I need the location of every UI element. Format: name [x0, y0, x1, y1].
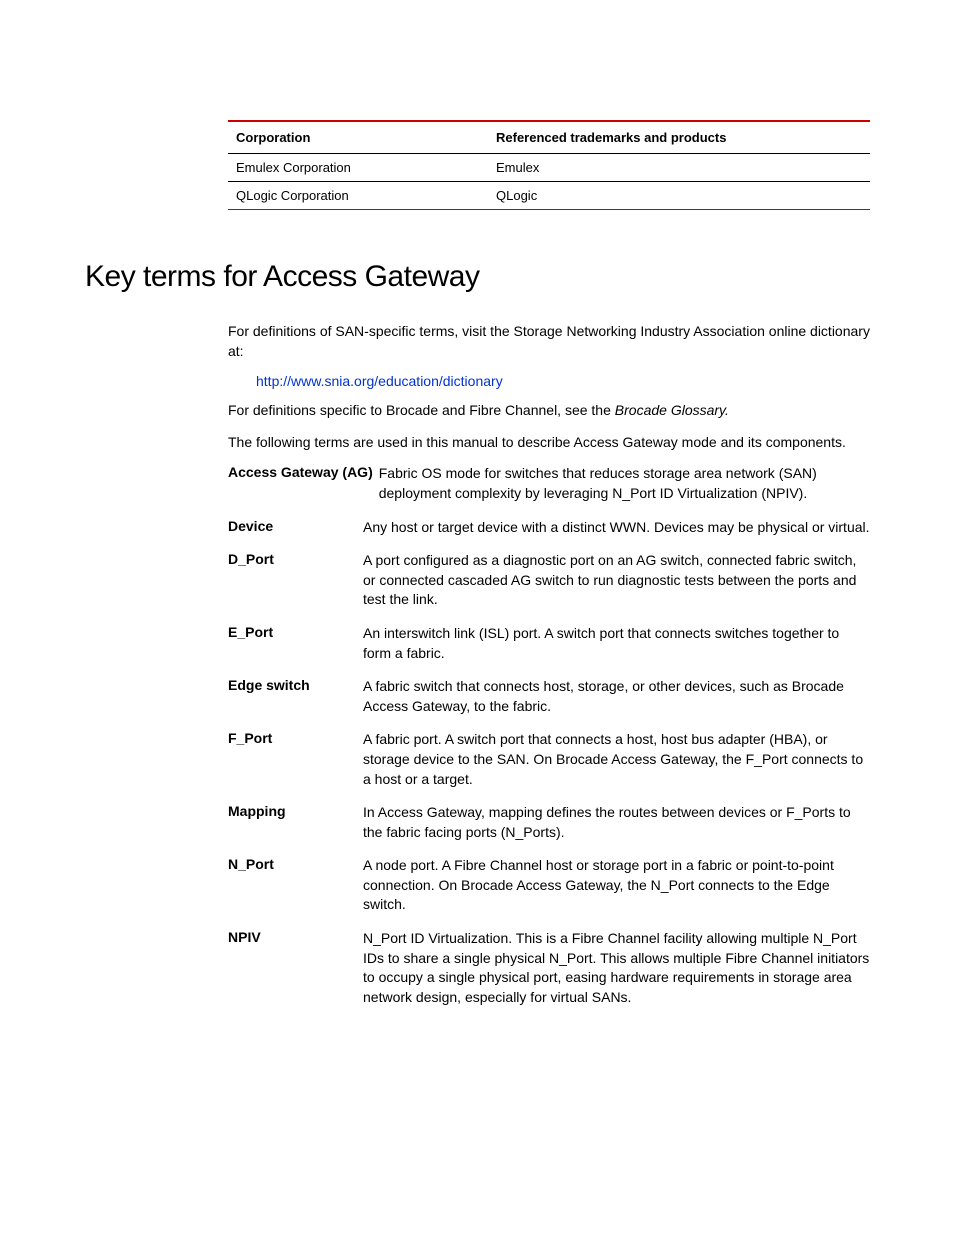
dictionary-link[interactable]: http://www.snia.org/education/dictionary [256, 373, 870, 389]
trademark-table: Corporation Referenced trademarks and pr… [228, 120, 870, 210]
section-heading: Key terms for Access Gateway [85, 260, 869, 294]
definition-row: Mapping In Access Gateway, mapping defin… [228, 803, 870, 842]
following-terms-paragraph: The following terms are used in this man… [228, 433, 870, 453]
def-desc: Fabric OS mode for switches that reduces… [379, 464, 870, 503]
definition-row: E_Port An interswitch link (ISL) port. A… [228, 624, 870, 663]
table-row: QLogic Corporation QLogic [228, 182, 870, 210]
header-products: Referenced trademarks and products [488, 121, 870, 154]
intro-paragraph: For definitions of SAN-specific terms, v… [228, 322, 870, 361]
definition-list: Access Gateway (AG) Fabric OS mode for s… [228, 464, 870, 1007]
document-page: Corporation Referenced trademarks and pr… [0, 0, 954, 1081]
def-desc: Any host or target device with a distinc… [363, 518, 870, 538]
table-header-row: Corporation Referenced trademarks and pr… [228, 121, 870, 154]
def-desc: In Access Gateway, mapping defines the r… [363, 803, 870, 842]
content-block: For definitions of SAN-specific terms, v… [228, 322, 870, 1007]
def-term: N_Port [228, 856, 363, 872]
def-term: Edge switch [228, 677, 363, 693]
def-desc: A port configured as a diagnostic port o… [363, 551, 870, 610]
def-term: NPIV [228, 929, 363, 945]
definition-row: Edge switch A fabric switch that connect… [228, 677, 870, 716]
definition-row: Access Gateway (AG) Fabric OS mode for s… [228, 464, 870, 503]
def-term: E_Port [228, 624, 363, 640]
cell-products: QLogic [488, 182, 870, 210]
header-corporation: Corporation [228, 121, 488, 154]
def-desc: A fabric port. A switch port that connec… [363, 730, 870, 789]
def-desc: An interswitch link (ISL) port. A switch… [363, 624, 870, 663]
def-term: Access Gateway (AG) [228, 464, 373, 480]
brocade-glossary-italic: Brocade Glossary. [615, 402, 729, 418]
def-desc: N_Port ID Virtualization. This is a Fibr… [363, 929, 870, 1007]
def-term: Device [228, 518, 363, 534]
def-desc: A node port. A Fibre Channel host or sto… [363, 856, 870, 915]
def-desc: A fabric switch that connects host, stor… [363, 677, 870, 716]
definition-row: NPIV N_Port ID Virtualization. This is a… [228, 929, 870, 1007]
def-term: F_Port [228, 730, 363, 746]
table-row: Emulex Corporation Emulex [228, 154, 870, 182]
def-term: Mapping [228, 803, 363, 819]
definition-row: Device Any host or target device with a … [228, 518, 870, 538]
definition-row: F_Port A fabric port. A switch port that… [228, 730, 870, 789]
def-term: D_Port [228, 551, 363, 567]
definition-row: D_Port A port configured as a diagnostic… [228, 551, 870, 610]
definition-row: N_Port A node port. A Fibre Channel host… [228, 856, 870, 915]
cell-products: Emulex [488, 154, 870, 182]
brocade-prefix: For definitions specific to Brocade and … [228, 402, 615, 418]
cell-corporation: QLogic Corporation [228, 182, 488, 210]
brocade-paragraph: For definitions specific to Brocade and … [228, 401, 870, 421]
cell-corporation: Emulex Corporation [228, 154, 488, 182]
